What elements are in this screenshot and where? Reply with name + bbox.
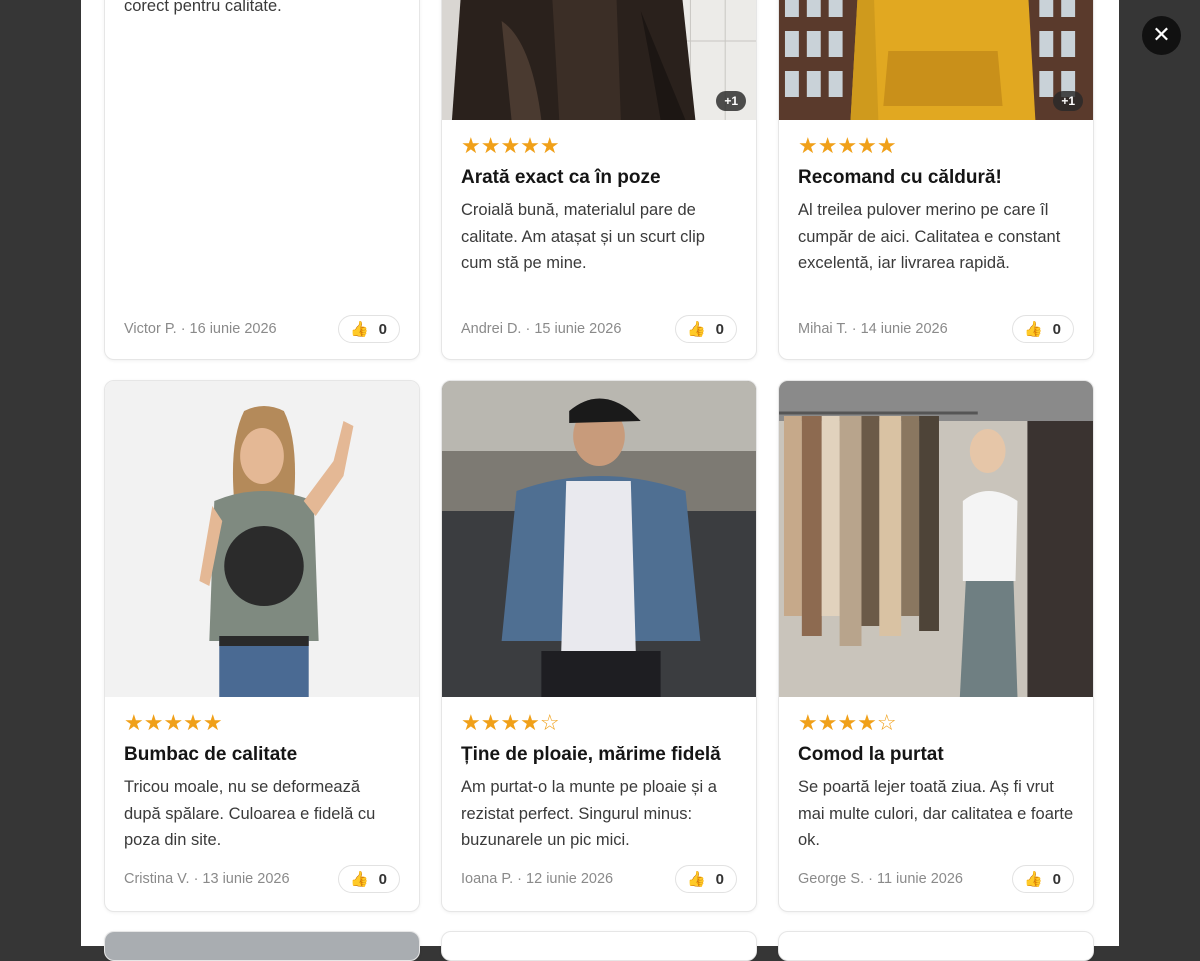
review-card: ★★★★☆ Comod la purtat Se poartă lejer to…	[778, 380, 1094, 912]
review-card: +1 ★★★★★ Arată exact ca în poze Croială …	[441, 0, 757, 360]
review-card	[778, 931, 1094, 961]
review-meta: Andrei D. · 15 iunie 2026	[461, 321, 622, 337]
review-title: Ține de ploaie, mărime fidelă	[461, 744, 721, 765]
review-card: ★★★★★ Bumbac de calitate Tricou moale, n…	[104, 380, 420, 912]
thumbs-up-icon: 👍	[1023, 870, 1043, 888]
review-photo[interactable]: +1	[442, 0, 756, 120]
helpful-button[interactable]: 👍 0	[674, 315, 737, 343]
review-photo[interactable]: +1	[779, 0, 1093, 120]
helpful-count: 0	[715, 320, 724, 338]
review-card: ★★★★☆ Ține de ploaie, mărime fidelă Am p…	[441, 380, 757, 912]
helpful-count: 0	[1052, 870, 1061, 888]
review-card: corect pentru calitate. Victor P. · 16 i…	[104, 0, 420, 360]
close-button[interactable]: ✕	[1142, 16, 1181, 55]
thumbs-up-icon: 👍	[349, 870, 369, 888]
helpful-count: 0	[1052, 320, 1061, 338]
thumbs-up-icon: 👍	[686, 320, 706, 338]
review-text: corect pentru calitate.	[124, 0, 282, 15]
review-card	[104, 931, 420, 961]
star-rating: ★★★★★	[461, 134, 560, 159]
review-title: Arată exact ca în poze	[461, 167, 661, 188]
review-text: Se poartă lejer toată ziua. Aș fi vrut m…	[798, 778, 1074, 849]
helpful-count: 0	[378, 870, 387, 888]
helpful-count: 0	[378, 320, 387, 338]
review-photo[interactable]	[105, 381, 419, 697]
review-photo[interactable]	[779, 381, 1093, 697]
thumbs-up-icon: 👍	[1023, 320, 1043, 338]
thumbs-up-icon: 👍	[349, 320, 369, 338]
review-text: Am purtat-o la munte pe ploaie și a rezi…	[461, 778, 717, 849]
helpful-count: 0	[715, 870, 724, 888]
review-card	[441, 931, 757, 961]
review-photo[interactable]	[442, 381, 756, 697]
star-rating: ★★★★★	[798, 134, 897, 159]
helpful-button[interactable]: 👍 0	[1011, 865, 1074, 893]
review-meta: George S. · 11 iunie 2026	[798, 871, 963, 887]
more-media-badge: +1	[716, 91, 746, 111]
review-meta: Mihai T. · 14 iunie 2026	[798, 321, 948, 337]
thumbs-up-icon: 👍	[686, 870, 706, 888]
helpful-button[interactable]: 👍 0	[337, 315, 400, 343]
star-rating: ★★★★★	[124, 711, 223, 736]
review-meta: Victor P. · 16 iunie 2026	[124, 321, 277, 337]
review-title: Recomand cu căldură!	[798, 167, 1002, 188]
review-meta: Ioana P. · 12 iunie 2026	[461, 871, 614, 887]
review-text: Al treilea pulover merino pe care îl cum…	[798, 201, 1061, 272]
helpful-button[interactable]: 👍 0	[337, 865, 400, 893]
review-card: +1 ★★★★★ Recomand cu căldură! Al treilea…	[778, 0, 1094, 360]
review-meta: Cristina V. · 13 iunie 2026	[124, 871, 290, 887]
review-text: Croială bună, materialul pare de calitat…	[461, 201, 705, 272]
more-media-badge: +1	[1053, 91, 1083, 111]
star-rating: ★★★★☆	[798, 711, 897, 736]
star-rating: ★★★★☆	[461, 711, 560, 736]
review-photo[interactable]	[105, 932, 419, 960]
close-icon: ✕	[1152, 22, 1171, 48]
review-text: Tricou moale, nu se deformează după spăl…	[124, 778, 376, 849]
review-title: Bumbac de calitate	[124, 744, 298, 765]
helpful-button[interactable]: 👍 0	[674, 865, 737, 893]
review-title: Comod la purtat	[798, 744, 944, 765]
helpful-button[interactable]: 👍 0	[1011, 315, 1074, 343]
